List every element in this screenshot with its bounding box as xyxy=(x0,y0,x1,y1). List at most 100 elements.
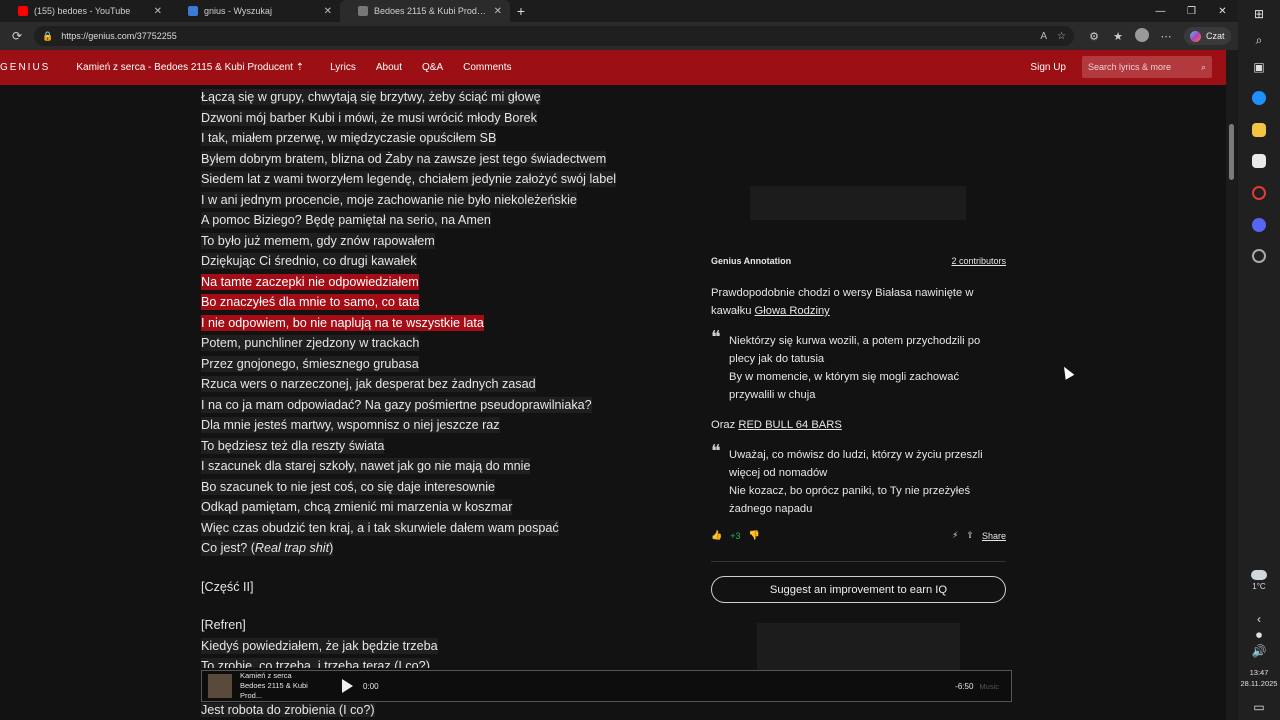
close-tab-icon[interactable]: ✕ xyxy=(154,6,162,17)
minimize-button[interactable]: — xyxy=(1145,0,1176,22)
quote-mark-icon: ❝ xyxy=(711,441,721,462)
lyric-line: Co jest? (Real trap shit) xyxy=(201,538,681,559)
restore-button[interactable]: ❐ xyxy=(1176,0,1207,22)
nav-qa[interactable]: Q&A xyxy=(422,62,443,73)
play-icon[interactable] xyxy=(342,679,353,693)
nav-lyrics[interactable]: Lyrics xyxy=(330,62,356,73)
remaining-time: -6:50 xyxy=(955,681,974,691)
song-link[interactable]: Kamień z serca - Bedoes 2115 & Kubi Prod… xyxy=(76,62,304,73)
lyric-line: Siedem lat z wami tworzyłem legendę, chc… xyxy=(201,169,681,190)
quote-mark-icon: ❝ xyxy=(711,327,721,348)
nav-about[interactable]: About xyxy=(376,62,402,73)
search-input[interactable]: Search lyrics & more ⌕ xyxy=(1082,56,1212,78)
track-title: Kamień z serca xyxy=(240,671,292,680)
lyric-line: Więc czas obudzić ten kraj, a i tak skur… xyxy=(201,518,681,539)
notification-icon[interactable]: ▭ xyxy=(1250,698,1268,716)
tab-youtube[interactable]: (155) bedoes - YouTube ✕ xyxy=(0,0,170,22)
profile-avatar[interactable] xyxy=(1130,27,1154,45)
new-tab-button[interactable]: + xyxy=(510,0,532,22)
lightning-icon[interactable]: ⚡ xyxy=(952,530,958,541)
refresh-icon[interactable]: ⟳ xyxy=(6,25,28,47)
tab-strip: (155) bedoes - YouTube ✕ gnius - Wyszuka… xyxy=(0,0,1238,22)
annotated-lyric-line[interactable]: I nie odpowiem, bo nie naplują na te wsz… xyxy=(201,313,681,334)
windows-taskbar: ⊞ ⌕ ▣ ‹ ⏺ 🔊 ▭ xyxy=(1238,0,1280,720)
lyric-text: I tak, miałem przerwę, w międzyczasie op… xyxy=(201,130,497,146)
lyric-line: I szacunek dla starej szkoły, nawet jak … xyxy=(201,456,681,477)
weather-widget[interactable]: 1°C xyxy=(1238,570,1280,591)
quote-block: ❝ Uważaj, co mówisz do ludzi, którzy w ż… xyxy=(711,441,1006,518)
copilot-label: Czat xyxy=(1206,31,1225,41)
app-icon[interactable] xyxy=(1250,247,1268,265)
red-bull-link[interactable]: RED BULL 64 BARS xyxy=(738,419,841,431)
nav-comments[interactable]: Comments xyxy=(463,62,511,73)
task-view-icon[interactable]: ▣ xyxy=(1250,58,1268,76)
search-icon[interactable]: ⌕ xyxy=(1250,31,1268,49)
tab-search[interactable]: gnius - Wyszukaj ✕ xyxy=(170,0,340,22)
cloud-icon xyxy=(1251,570,1267,580)
lyric-text: To było już memem, gdy znów rapowałem xyxy=(201,232,435,249)
music-brand: Music xyxy=(979,681,999,691)
search-icon[interactable]: ⌕ xyxy=(1201,62,1206,73)
thumbs-up-icon[interactable]: 👍 xyxy=(711,530,722,541)
suggest-improvement-button[interactable]: Suggest an improvement to earn IQ xyxy=(711,576,1006,603)
lyric-text: Przez gnojonego, śmiesznego grubasa xyxy=(201,355,419,372)
edge-icon[interactable] xyxy=(1250,89,1268,107)
section-header: [Część II] xyxy=(201,577,681,598)
tab-genius[interactable]: Bedoes 2115 & Kubi Producent – ✕ xyxy=(340,0,510,22)
vote-score: +3 xyxy=(730,530,741,541)
extensions-icon[interactable]: ⚙ xyxy=(1082,30,1106,43)
discord-icon[interactable] xyxy=(1250,216,1268,234)
read-aloud-icon[interactable]: A xyxy=(1040,31,1047,42)
volume-icon[interactable]: 🔊 xyxy=(1250,642,1268,660)
address-bar: ⟳ 🔒 https://genius.com/37752255 A ☆ ⚙ ★ … xyxy=(0,22,1238,50)
annotated-lyric-line[interactable]: Bo znaczyłeś dla mnie to samo, co tata xyxy=(201,292,681,313)
tab-title: Bedoes 2115 & Kubi Producent – xyxy=(374,6,488,16)
favorites-icon[interactable]: ★ xyxy=(1106,30,1130,43)
genius-logo[interactable]: GENIUS xyxy=(0,62,50,73)
glowa-rodziny-link[interactable]: Głowa Rodziny xyxy=(755,305,830,317)
lock-icon[interactable]: 🔒 xyxy=(42,31,53,42)
lyric-text: Dzwoni mój barber Kubi i mówi, że musi w… xyxy=(201,109,537,126)
lyric-line: Kiedyś powiedziałem, że jak będzie trzeb… xyxy=(201,636,681,657)
file-explorer-icon[interactable] xyxy=(1250,121,1268,139)
lyric-line: I w ani jednym procencie, moje zachowani… xyxy=(201,190,681,211)
lyric-line: Dziękując Ci średnio, co drugi kawałek xyxy=(201,251,681,272)
close-window-button[interactable]: ✕ xyxy=(1207,0,1238,22)
share-icon[interactable]: ⇪ xyxy=(966,530,974,541)
lyric-text: Byłem dobrym bratem, blizna od Żaby na z… xyxy=(201,150,607,167)
lyric-line: Bo szacunek to nie jest coś, co się daje… xyxy=(201,477,681,498)
taskbar-clock[interactable]: 13:47 28.11.2025 xyxy=(1238,667,1280,689)
start-icon[interactable]: ⊞ xyxy=(1250,5,1268,23)
url-field[interactable]: 🔒 https://genius.com/37752255 A ☆ xyxy=(34,26,1074,46)
lyrics-body: Łączą się w grupy, chwytają się brzytwy,… xyxy=(201,87,681,668)
favorite-star-icon[interactable]: ☆ xyxy=(1057,31,1066,42)
youtube-icon xyxy=(18,6,28,16)
current-time: 0:00 xyxy=(363,681,379,691)
opera-icon[interactable] xyxy=(1250,184,1268,202)
lyric-line: I tak, miałem przerwę, w międzyczasie op… xyxy=(201,128,681,149)
close-tab-icon[interactable]: ✕ xyxy=(324,6,332,17)
divider xyxy=(711,561,1006,562)
lyric-text: Na tamte zaczepki nie odpowiedziałem xyxy=(201,273,419,290)
copilot-button[interactable]: Czat xyxy=(1184,27,1231,45)
annotated-lyric-line[interactable]: Na tamte zaczepki nie odpowiedziałem xyxy=(201,272,681,293)
quote-line: By w momencie, w którym się mogli zachow… xyxy=(729,371,960,401)
annotation-intro-text: Prawdopodobnie chodzi o wersy Białasa na… xyxy=(711,287,974,317)
lyric-line: To będziesz też dla reszty świata xyxy=(201,436,681,457)
close-tab-icon[interactable]: ✕ xyxy=(494,6,502,17)
clock-time: 13:47 xyxy=(1249,668,1269,677)
lyric-text: Bo szacunek to nie jest coś, co się daje… xyxy=(201,478,496,495)
lyric-text: Dziękując Ci średnio, co drugi kawałek xyxy=(201,253,417,269)
quote-line: Niektórzy się kurwa wozili, a potem przy… xyxy=(729,335,981,365)
scrollbar-thumb[interactable] xyxy=(1229,124,1234,180)
lyric-text: To będziesz też dla reszty świata xyxy=(201,437,385,454)
thumbs-down-icon[interactable]: 👎 xyxy=(748,530,759,541)
share-link[interactable]: Share xyxy=(982,531,1006,541)
more-menu-icon[interactable]: ⋯ xyxy=(1154,30,1178,43)
contributors-link[interactable]: 2 contributors xyxy=(951,256,1006,266)
page-scrollbar[interactable] xyxy=(1226,50,1238,720)
copilot-icon xyxy=(1190,30,1201,42)
sign-up-link[interactable]: Sign Up xyxy=(1030,62,1066,73)
store-icon[interactable] xyxy=(1250,152,1268,170)
